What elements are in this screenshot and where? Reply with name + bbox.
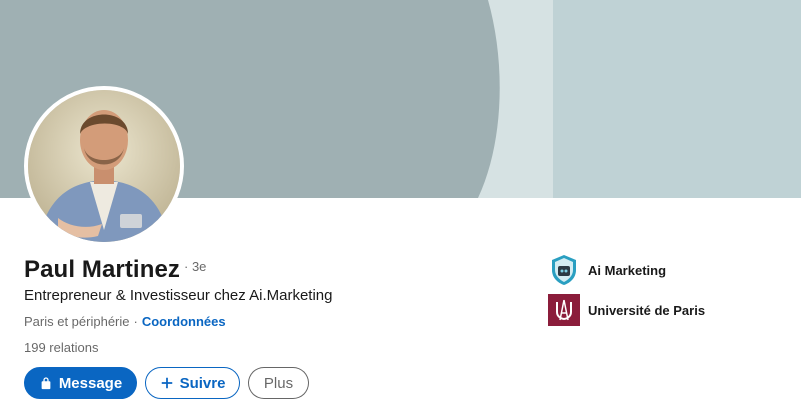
message-button[interactable]: Message: [24, 367, 137, 399]
more-button[interactable]: Plus: [248, 367, 309, 399]
message-button-label: Message: [58, 374, 123, 392]
connection-degree-badge: · 3e: [184, 259, 207, 274]
org-item-universite-de-paris[interactable]: Université de Paris: [548, 294, 705, 326]
profile-photo[interactable]: [24, 86, 184, 246]
org-name-ai-marketing: Ai Marketing: [588, 262, 667, 278]
follow-button[interactable]: Suivre: [145, 367, 240, 399]
org-name-universite-de-paris: Université de Paris: [588, 302, 706, 318]
universite-de-paris-logo: [548, 294, 580, 326]
organizations-list: Ai Marketing Université de Paris: [548, 254, 705, 334]
contact-info-link[interactable]: Coordonnées: [142, 314, 226, 329]
profile-headline: Entrepreneur & Investisseur chez Ai.Mark…: [24, 287, 333, 304]
person-photo-graphic: [28, 90, 180, 242]
connections-count[interactable]: 199 relations: [24, 340, 98, 355]
profile-name: Paul Martinez: [24, 256, 180, 283]
more-button-label: Plus: [263, 374, 294, 392]
plus-icon: [160, 376, 174, 390]
follow-button-label: Suivre: [179, 374, 226, 392]
lock-icon: [39, 376, 53, 390]
ai-marketing-shield-logo: [548, 254, 580, 286]
name-row: Paul Martinez · 3e: [24, 256, 206, 284]
location-row: Paris et périphérie · Coordonnées: [24, 314, 226, 329]
org-item-ai-marketing[interactable]: Ai Marketing: [548, 254, 705, 286]
profile-actions: Message Suivre Plus: [24, 367, 309, 399]
profile-card: Paul Martinez · 3e Entrepreneur & Invest…: [0, 0, 801, 420]
profile-location: Paris et périphérie: [24, 314, 130, 329]
location-separator: ·: [133, 314, 138, 329]
